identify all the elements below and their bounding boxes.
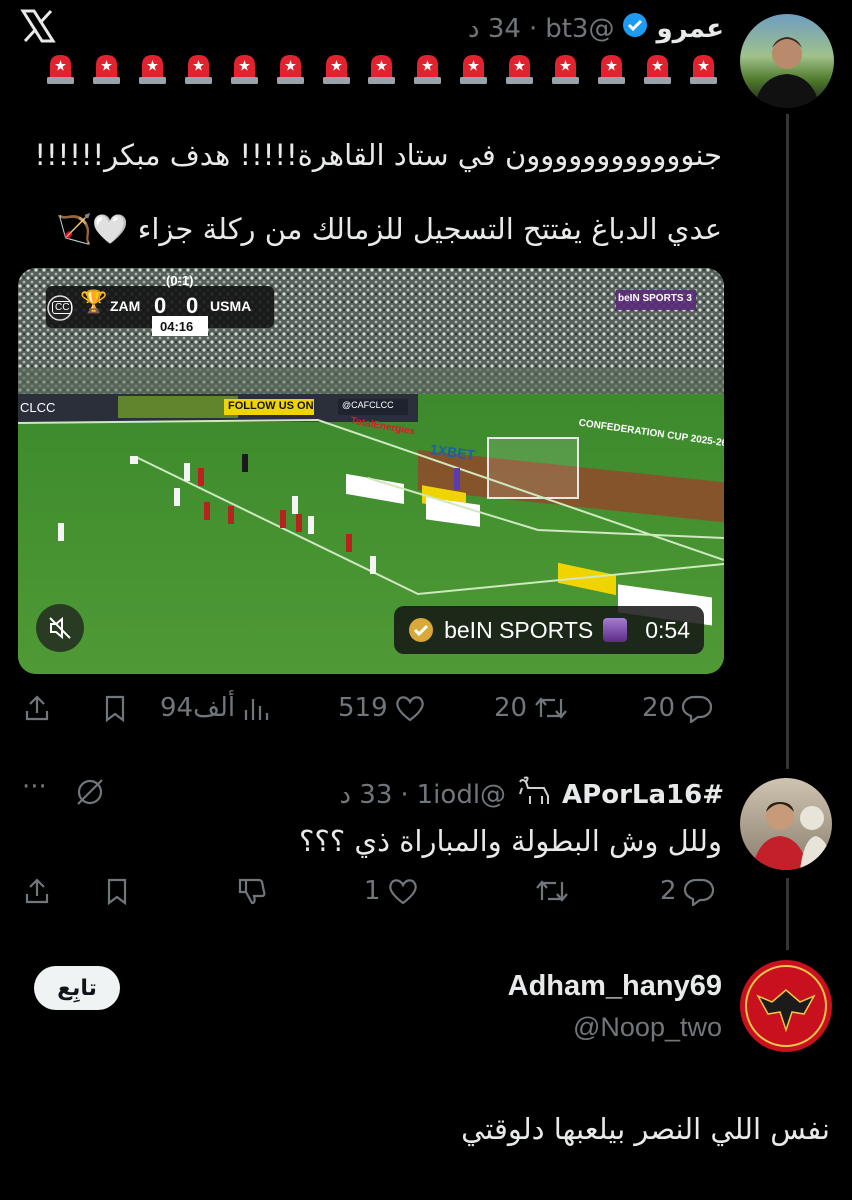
- tweet-text: وللل وش البطولة والمباراة ذي ؟؟؟: [299, 824, 722, 858]
- tweet-header: #APorLa16 @1iodl · 33 د: [339, 776, 724, 813]
- match-clock: 04:16: [160, 319, 194, 334]
- retweet-button[interactable]: [534, 876, 570, 906]
- board-clcc: CLCC: [20, 400, 56, 415]
- al-ahly-logo-icon: [745, 965, 827, 1047]
- reply-button[interactable]: 2: [660, 876, 715, 906]
- bookmark-button[interactable]: [102, 876, 132, 906]
- follow-card-name[interactable]: Adham_hany69: [508, 970, 722, 1003]
- views-button[interactable]: 94ألف: [160, 693, 271, 723]
- siren-emoji-icon: [595, 50, 628, 86]
- avatar[interactable]: [740, 14, 834, 108]
- speaker-muted-icon: [49, 616, 71, 640]
- handle[interactable]: @1iodl: [417, 780, 506, 810]
- retweet-button[interactable]: 20: [494, 693, 569, 723]
- like-button[interactable]: 519: [338, 693, 426, 723]
- bookmark-icon: [105, 695, 125, 723]
- analytics-icon: [245, 699, 269, 720]
- siren-emoji-row: [44, 50, 720, 86]
- thread-line: [786, 114, 789, 769]
- like-button[interactable]: 1: [364, 876, 419, 906]
- score-top: (0-1): [166, 273, 194, 288]
- heart-icon: [388, 879, 417, 905]
- siren-emoji-icon: [641, 50, 674, 86]
- bookmark-button[interactable]: [100, 693, 130, 723]
- channel-bug: beIN SPORTS 3: [618, 293, 692, 304]
- team-left: ZAM: [110, 298, 141, 314]
- video-player[interactable]: (0-1) CC 🏆 ZAM 0 0 USMA 04:16 beIN SPORT…: [18, 268, 724, 674]
- dot-separator: ·: [400, 779, 409, 810]
- score-left: 0: [154, 293, 167, 318]
- siren-emoji-icon: [274, 50, 307, 86]
- heart-icon: [395, 696, 424, 722]
- tweet-text-line-2: عدي الدباغ يفتتح التسجيل للزمالك من ركلة…: [56, 212, 722, 246]
- reply-count: 20: [642, 693, 676, 723]
- bein-logo-icon: [603, 618, 628, 642]
- siren-emoji-icon: [320, 50, 353, 86]
- tweet-header: عمرو @bt3 · 34 د: [468, 12, 724, 45]
- board-follow: FOLLOW US ON: [228, 400, 314, 412]
- siren-emoji-icon: [549, 50, 582, 86]
- video-source-pill[interactable]: beIN SPORTS 0:54: [394, 606, 704, 654]
- video-duration: 0:54: [645, 616, 690, 643]
- avatar[interactable]: [740, 778, 832, 870]
- share-button[interactable]: [22, 876, 52, 906]
- team-right: USMA: [210, 298, 252, 314]
- views-count: 94ألف: [160, 693, 236, 723]
- reply-icon: [683, 878, 714, 906]
- mute-button[interactable]: [36, 604, 84, 652]
- x-logo-icon[interactable]: [20, 8, 60, 48]
- bookmark-icon: [107, 878, 127, 906]
- siren-emoji-icon: [365, 50, 398, 86]
- share-icon: [25, 878, 49, 904]
- siren-emoji-icon: [182, 50, 215, 86]
- like-count: 1: [364, 876, 381, 906]
- follow-button[interactable]: تابِع: [34, 966, 120, 1010]
- cc-icon[interactable]: CC: [52, 301, 73, 314]
- goat-emoji-icon: [514, 776, 554, 813]
- display-name[interactable]: #APorLa16: [562, 780, 724, 810]
- siren-emoji-icon: [411, 50, 444, 86]
- siren-emoji-icon: [228, 50, 261, 86]
- dislike-button[interactable]: [236, 876, 268, 906]
- retweet-icon: [535, 697, 567, 719]
- handle[interactable]: @bt3: [545, 14, 614, 44]
- thumbs-down-icon: [238, 878, 266, 905]
- tweet-text: نفس اللي النصر بيلعبها دلوقتي: [461, 1112, 830, 1146]
- grok-icon[interactable]: [74, 776, 106, 812]
- reply-icon: [681, 695, 713, 723]
- reply-count: 2: [660, 876, 677, 906]
- siren-emoji-icon: [457, 50, 490, 86]
- avatar[interactable]: [740, 960, 832, 1052]
- retweet-count: 20: [494, 693, 528, 723]
- siren-emoji-icon: [44, 50, 77, 86]
- siren-emoji-icon: [503, 50, 536, 86]
- timestamp[interactable]: 34 د: [468, 14, 521, 44]
- siren-emoji-icon: [136, 50, 169, 86]
- trophy-icon: 🏆: [80, 290, 108, 315]
- display-name[interactable]: عمرو: [656, 14, 724, 44]
- follow-button-label: تابِع: [57, 975, 97, 1001]
- timestamp[interactable]: 33 د: [339, 780, 392, 810]
- dot-separator: ·: [528, 13, 538, 44]
- score-right: 0: [186, 293, 199, 318]
- thread-line: [786, 878, 789, 950]
- siren-emoji-icon: [90, 50, 123, 86]
- video-source-label: beIN SPORTS: [444, 616, 594, 643]
- verified-gold-icon: [409, 618, 434, 642]
- board-caf: @CAFCLCC: [342, 400, 394, 410]
- share-icon: [25, 695, 49, 721]
- follow-card-handle[interactable]: @Noop_two: [573, 1012, 722, 1043]
- retweet-icon: [536, 880, 568, 902]
- share-button[interactable]: [22, 693, 52, 723]
- siren-emoji-icon: [687, 50, 720, 86]
- verified-badge-icon: [622, 12, 648, 45]
- like-count: 519: [338, 693, 388, 723]
- tweet-text-line-1: جنوووووووووووون في ستاد القاهرة!!!!! هدف…: [34, 138, 722, 172]
- more-options-button[interactable]: ···: [22, 772, 47, 802]
- reply-button[interactable]: 20: [642, 693, 713, 723]
